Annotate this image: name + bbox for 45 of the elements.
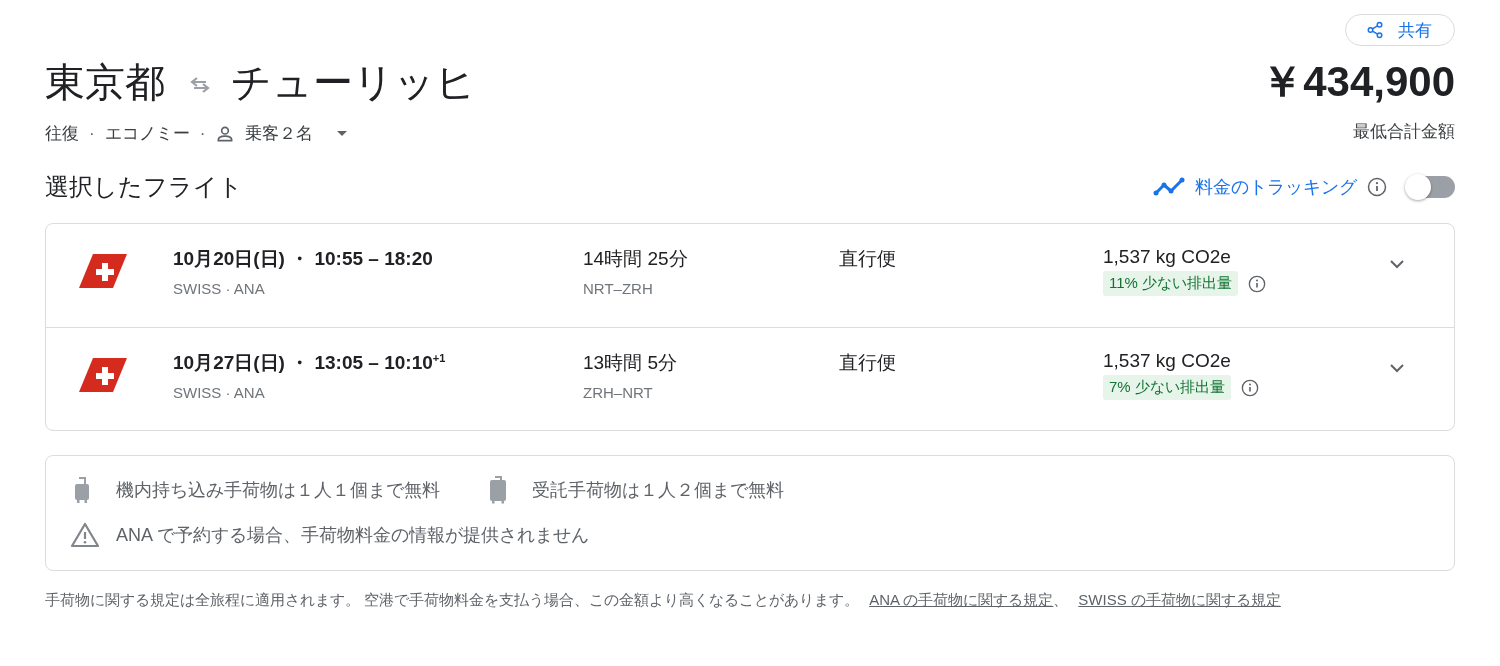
price-tracking-toggle[interactable] (1407, 176, 1455, 198)
stops-label: 直行便 (839, 351, 897, 375)
passengers-dropdown[interactable]: 乗客２名 (215, 122, 348, 145)
baggage-allowance: 機内持ち込み手荷物は１人１個まで無料 (116, 479, 440, 502)
emissions-badge: 7% 少ない排出量 (1103, 375, 1231, 400)
section-heading: 選択したフライト (45, 172, 243, 202)
flight-route: NRT–ZRH (583, 280, 654, 297)
trend-line-icon (1153, 177, 1185, 197)
info-icon (1240, 378, 1259, 397)
price-tracking-label: 料金のトラッキング (1195, 176, 1357, 199)
warning-icon (70, 522, 100, 548)
airline-tail-icon (79, 254, 127, 288)
info-icon (1248, 274, 1267, 293)
share-icon (1366, 21, 1384, 39)
emissions-value: 1,537 kg CO2e (1103, 350, 1232, 372)
baggage-warning: ANA で予約する場合、手荷物料金の情報が提供されません (116, 524, 590, 547)
destination-city: チューリッヒ (231, 59, 476, 106)
emissions-value: 1,537 kg CO2e (1103, 246, 1232, 268)
emissions-badge: 11% 少ない排出量 (1103, 271, 1239, 296)
flight-times: 10月20日(日) ・ 10:55 – 18:20 (173, 247, 434, 271)
dropdown-caret-icon (337, 130, 348, 137)
carry-on-bag-icon (72, 476, 92, 504)
separator-comma: 、 (1053, 591, 1069, 608)
baggage-allowance: 受託手荷物は１人２個まで無料 (532, 479, 784, 502)
price-caption: 最低合計金額 (1353, 121, 1455, 143)
separator-dot: · (89, 123, 95, 144)
baggage-policy-link[interactable]: SWISS の手荷物に関する規定 (1078, 591, 1281, 608)
baggage-policy-link[interactable]: ANA の手荷物に関する規定 (869, 591, 1054, 608)
flight-route: ZRH–NRT (583, 384, 654, 401)
stops-label: 直行便 (839, 247, 897, 271)
share-button[interactable]: 共有 (1345, 14, 1455, 46)
separator-dot: · (199, 123, 206, 144)
flight-duration: 13時間 5分 (583, 351, 678, 375)
trip-option[interactable]: エコノミー (104, 122, 190, 145)
trip-option[interactable]: 往復 (45, 122, 79, 145)
flight-times: 10月27日(日) ・ 13:05 – 10:10$^{+1}$ (173, 350, 447, 375)
airline-tail-icon (79, 358, 127, 392)
total-price: ￥434,900 (1261, 57, 1455, 107)
info-icon (1367, 177, 1387, 197)
origin-city: 東京都 (45, 59, 165, 106)
flight-duration: 14時間 25分 (583, 247, 689, 271)
footer-note: 手荷物に関する規定は全旅程に適用されます。 空港で手荷物料金を支払う場合、この金額より高くなることがあります。 (45, 591, 860, 608)
airline-names: SWISS · ANA (173, 280, 266, 297)
suitcase-icon (488, 476, 508, 504)
airline-names: SWISS · ANA (173, 384, 266, 401)
